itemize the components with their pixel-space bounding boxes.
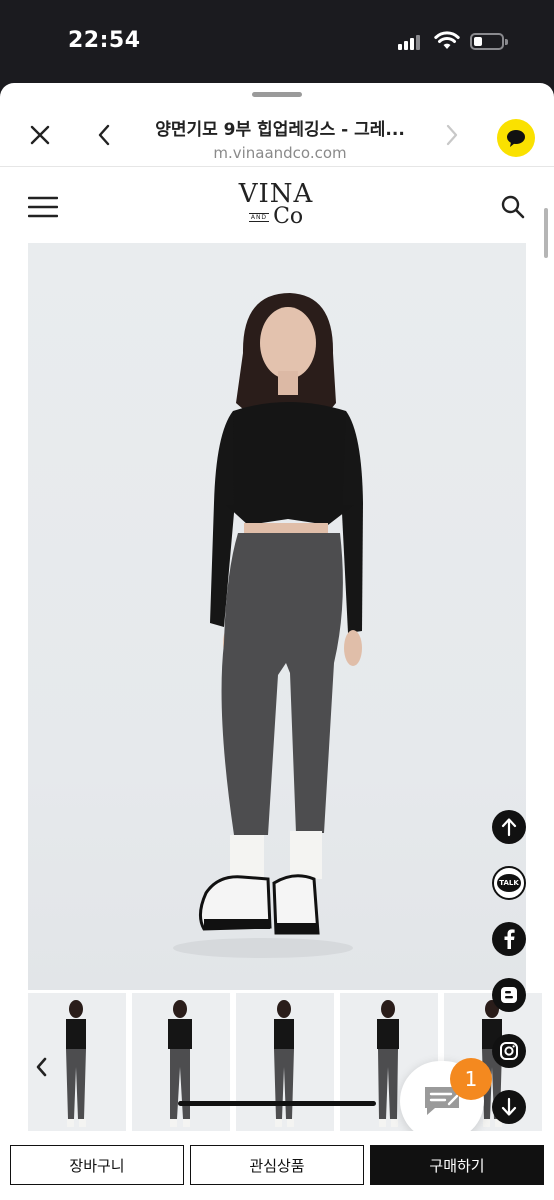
- close-button[interactable]: [26, 121, 54, 149]
- thumbnail-prev-button[interactable]: [30, 1051, 54, 1083]
- facebook-button[interactable]: [492, 922, 526, 956]
- thumbnail-3[interactable]: [236, 993, 334, 1131]
- talk-icon: TALK: [497, 874, 521, 892]
- kakao-share-button[interactable]: [497, 119, 535, 157]
- browser-toolbar: 양면기모 9부 힙업레깅스 - 그레... m.vinaandco.com: [0, 97, 554, 167]
- instagram-button[interactable]: [492, 1034, 526, 1068]
- buy-now-button[interactable]: 구매하기: [370, 1145, 544, 1185]
- logo-co: Co: [273, 204, 304, 229]
- instagram-icon: [500, 1042, 518, 1060]
- signal-icon: [398, 34, 424, 50]
- close-icon: [30, 125, 50, 145]
- page-url: m.vinaandco.com: [213, 144, 347, 162]
- chat-unread-badge: 1: [450, 1058, 492, 1100]
- thumbnail-image: [274, 1000, 294, 1127]
- bottom-action-bar: 장바구니 관심상품 구매하기: [0, 1131, 554, 1200]
- speech-bubble-icon: [507, 130, 525, 147]
- page-title: 양면기모 9부 힙업레깅스 - 그레...: [155, 120, 405, 140]
- model-photo: [173, 293, 363, 958]
- blogger-button[interactable]: [492, 978, 526, 1012]
- arrow-down-icon: [501, 1097, 517, 1116]
- search-button[interactable]: [500, 194, 526, 220]
- phone-screen: 22:54 양면기모 9부 힙업레깅스 - 그레... m.vinaandco.…: [0, 0, 554, 1200]
- wifi-icon: [434, 31, 460, 49]
- thumbnail-image: [168, 1000, 192, 1127]
- logo-and: AND: [248, 212, 270, 222]
- home-indicator[interactable]: [178, 1101, 376, 1106]
- battery-icon: [470, 33, 508, 50]
- hamburger-menu-icon: [27, 196, 59, 218]
- forward-button[interactable]: [440, 121, 464, 149]
- cart-button[interactable]: 장바구니: [10, 1145, 184, 1185]
- kakao-talk-button[interactable]: TALK: [492, 866, 526, 900]
- back-button[interactable]: [92, 121, 116, 149]
- thumbnail-2[interactable]: [132, 993, 230, 1131]
- status-time: 22:54: [68, 28, 141, 53]
- search-icon: [501, 195, 525, 219]
- facebook-icon: [504, 929, 515, 949]
- page-scrollbar[interactable]: [544, 208, 548, 258]
- product-main-image[interactable]: [28, 243, 526, 990]
- blogger-icon: [501, 987, 517, 1003]
- menu-button[interactable]: [27, 196, 59, 218]
- scroll-top-button[interactable]: [492, 810, 526, 844]
- site-logo[interactable]: VINA AND Co: [236, 180, 316, 234]
- status-bar: 22:54: [0, 0, 554, 84]
- scroll-bottom-button[interactable]: [492, 1090, 526, 1124]
- chevron-left-icon: [98, 124, 110, 146]
- chevron-right-icon: [446, 124, 458, 146]
- wishlist-button[interactable]: 관심상품: [190, 1145, 364, 1185]
- page-title-area: 양면기모 9부 힙업레깅스 - 그레... m.vinaandco.com: [130, 115, 430, 162]
- chevron-left-icon: [36, 1057, 47, 1077]
- browser-sheet: 양면기모 9부 힙업레깅스 - 그레... m.vinaandco.com VI…: [0, 83, 554, 1200]
- site-header: VINA AND Co: [0, 168, 554, 244]
- arrow-up-icon: [501, 818, 517, 837]
